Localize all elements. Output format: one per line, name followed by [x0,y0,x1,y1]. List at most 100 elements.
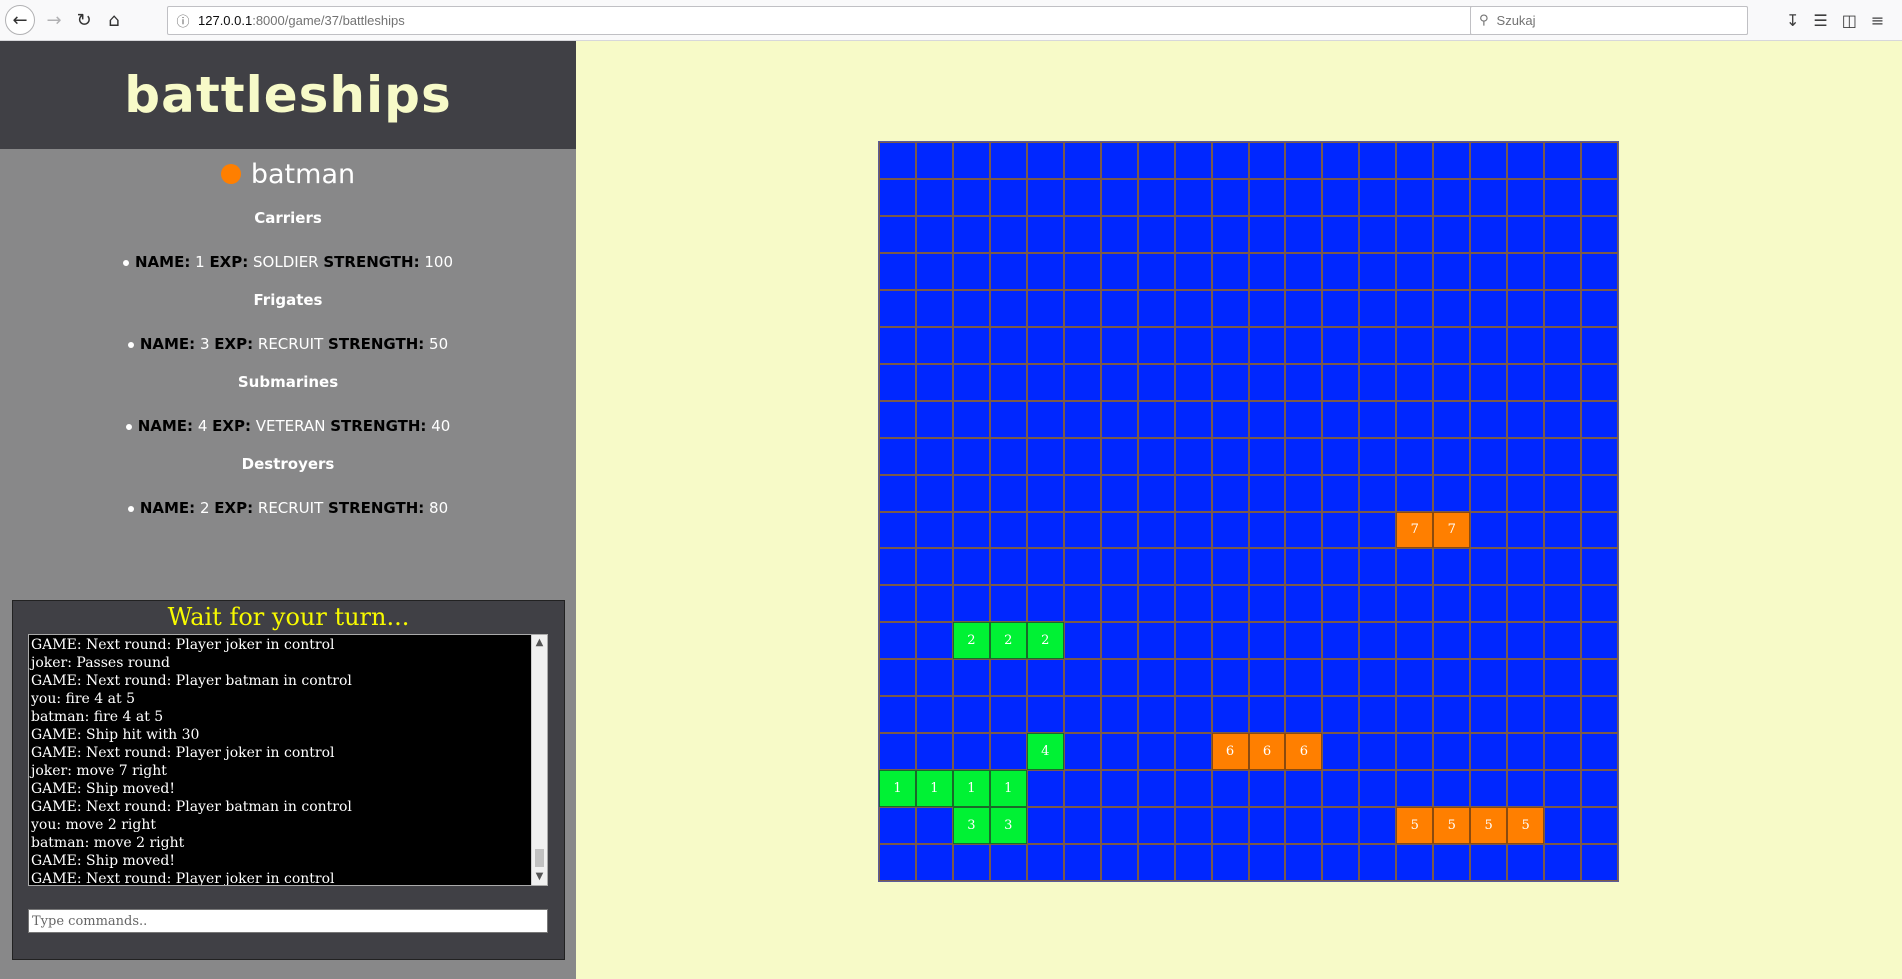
water-cell[interactable] [989,733,1027,771]
water-cell[interactable] [1137,770,1175,808]
water-cell[interactable] [1285,696,1323,734]
water-cell[interactable] [1026,807,1064,845]
water-cell[interactable] [879,437,916,475]
water-cell[interactable] [1248,252,1286,290]
water-cell[interactable] [879,178,916,216]
water-cell[interactable] [1063,363,1101,401]
water-cell[interactable] [1544,178,1582,216]
own-ship-cell[interactable]: 1 [879,770,916,808]
water-cell[interactable] [1470,289,1508,327]
water-cell[interactable] [952,215,990,253]
water-cell[interactable] [1396,215,1434,253]
water-cell[interactable] [1063,844,1101,881]
water-cell[interactable] [1248,215,1286,253]
water-cell[interactable] [1211,659,1249,697]
water-cell[interactable] [989,548,1027,586]
water-cell[interactable] [1433,770,1471,808]
water-cell[interactable] [1248,696,1286,734]
water-cell[interactable] [1285,400,1323,438]
water-cell[interactable] [1581,659,1618,697]
water-cell[interactable] [1063,770,1101,808]
water-cell[interactable] [1322,548,1360,586]
water-cell[interactable] [1174,807,1212,845]
water-cell[interactable] [1470,400,1508,438]
water-cell[interactable] [989,363,1027,401]
water-cell[interactable] [879,696,916,734]
water-cell[interactable] [1063,807,1101,845]
water-cell[interactable] [1100,326,1138,364]
water-cell[interactable] [1396,252,1434,290]
water-cell[interactable] [1359,622,1397,660]
water-cell[interactable] [1026,659,1064,697]
water-cell[interactable] [1211,400,1249,438]
water-cell[interactable] [1507,696,1545,734]
own-ship-cell[interactable]: 1 [915,770,953,808]
water-cell[interactable] [1470,474,1508,512]
water-cell[interactable] [1174,289,1212,327]
water-cell[interactable] [1433,474,1471,512]
water-cell[interactable] [1544,659,1582,697]
water-cell[interactable] [1100,215,1138,253]
water-cell[interactable] [1396,142,1434,179]
scroll-thumb[interactable] [535,849,544,867]
forward-icon[interactable]: → [39,5,69,35]
water-cell[interactable] [1100,659,1138,697]
water-cell[interactable] [1396,289,1434,327]
water-cell[interactable] [879,585,916,623]
reload-icon[interactable]: ↻ [69,5,99,35]
search-bar[interactable]: ⚲ Szukaj [1470,6,1748,35]
water-cell[interactable] [1322,585,1360,623]
water-cell[interactable] [1026,585,1064,623]
water-cell[interactable] [1396,659,1434,697]
water-cell[interactable] [1063,142,1101,179]
water-cell[interactable] [1211,696,1249,734]
water-cell[interactable] [1026,252,1064,290]
water-cell[interactable] [1285,511,1323,549]
water-cell[interactable] [1248,437,1286,475]
url-text[interactable]: 127.0.0.1:8000/game/37/battleships [198,13,405,28]
water-cell[interactable] [1359,400,1397,438]
water-cell[interactable] [1100,511,1138,549]
water-cell[interactable] [1026,696,1064,734]
water-cell[interactable] [1248,807,1286,845]
water-cell[interactable] [1359,659,1397,697]
enemy-ship-cell[interactable]: 6 [1285,733,1323,771]
water-cell[interactable] [989,289,1027,327]
water-cell[interactable] [1100,363,1138,401]
water-cell[interactable] [1248,622,1286,660]
water-cell[interactable] [1396,844,1434,881]
water-cell[interactable] [879,363,916,401]
water-cell[interactable] [1174,548,1212,586]
enemy-ship-cell[interactable]: 5 [1396,807,1434,845]
water-cell[interactable] [989,252,1027,290]
water-cell[interactable] [1063,400,1101,438]
water-cell[interactable] [989,215,1027,253]
water-cell[interactable] [1507,142,1545,179]
water-cell[interactable] [1248,400,1286,438]
water-cell[interactable] [879,548,916,586]
water-cell[interactable] [1211,289,1249,327]
water-cell[interactable] [1396,326,1434,364]
water-cell[interactable] [879,215,916,253]
water-cell[interactable] [915,289,953,327]
water-cell[interactable] [989,142,1027,179]
water-cell[interactable] [1507,178,1545,216]
water-cell[interactable] [1581,807,1618,845]
water-cell[interactable] [1433,622,1471,660]
water-cell[interactable] [1137,733,1175,771]
water-cell[interactable] [1211,363,1249,401]
water-cell[interactable] [1507,326,1545,364]
water-cell[interactable] [1396,733,1434,771]
water-cell[interactable] [952,363,990,401]
enemy-ship-cell[interactable]: 7 [1396,511,1434,549]
water-cell[interactable] [1248,511,1286,549]
water-cell[interactable] [1359,696,1397,734]
water-cell[interactable] [1248,548,1286,586]
water-cell[interactable] [1174,363,1212,401]
water-cell[interactable] [1359,142,1397,179]
water-cell[interactable] [1581,437,1618,475]
water-cell[interactable] [1544,585,1582,623]
menu-icon[interactable]: ≡ [1871,11,1884,30]
water-cell[interactable] [879,844,916,881]
water-cell[interactable] [915,215,953,253]
